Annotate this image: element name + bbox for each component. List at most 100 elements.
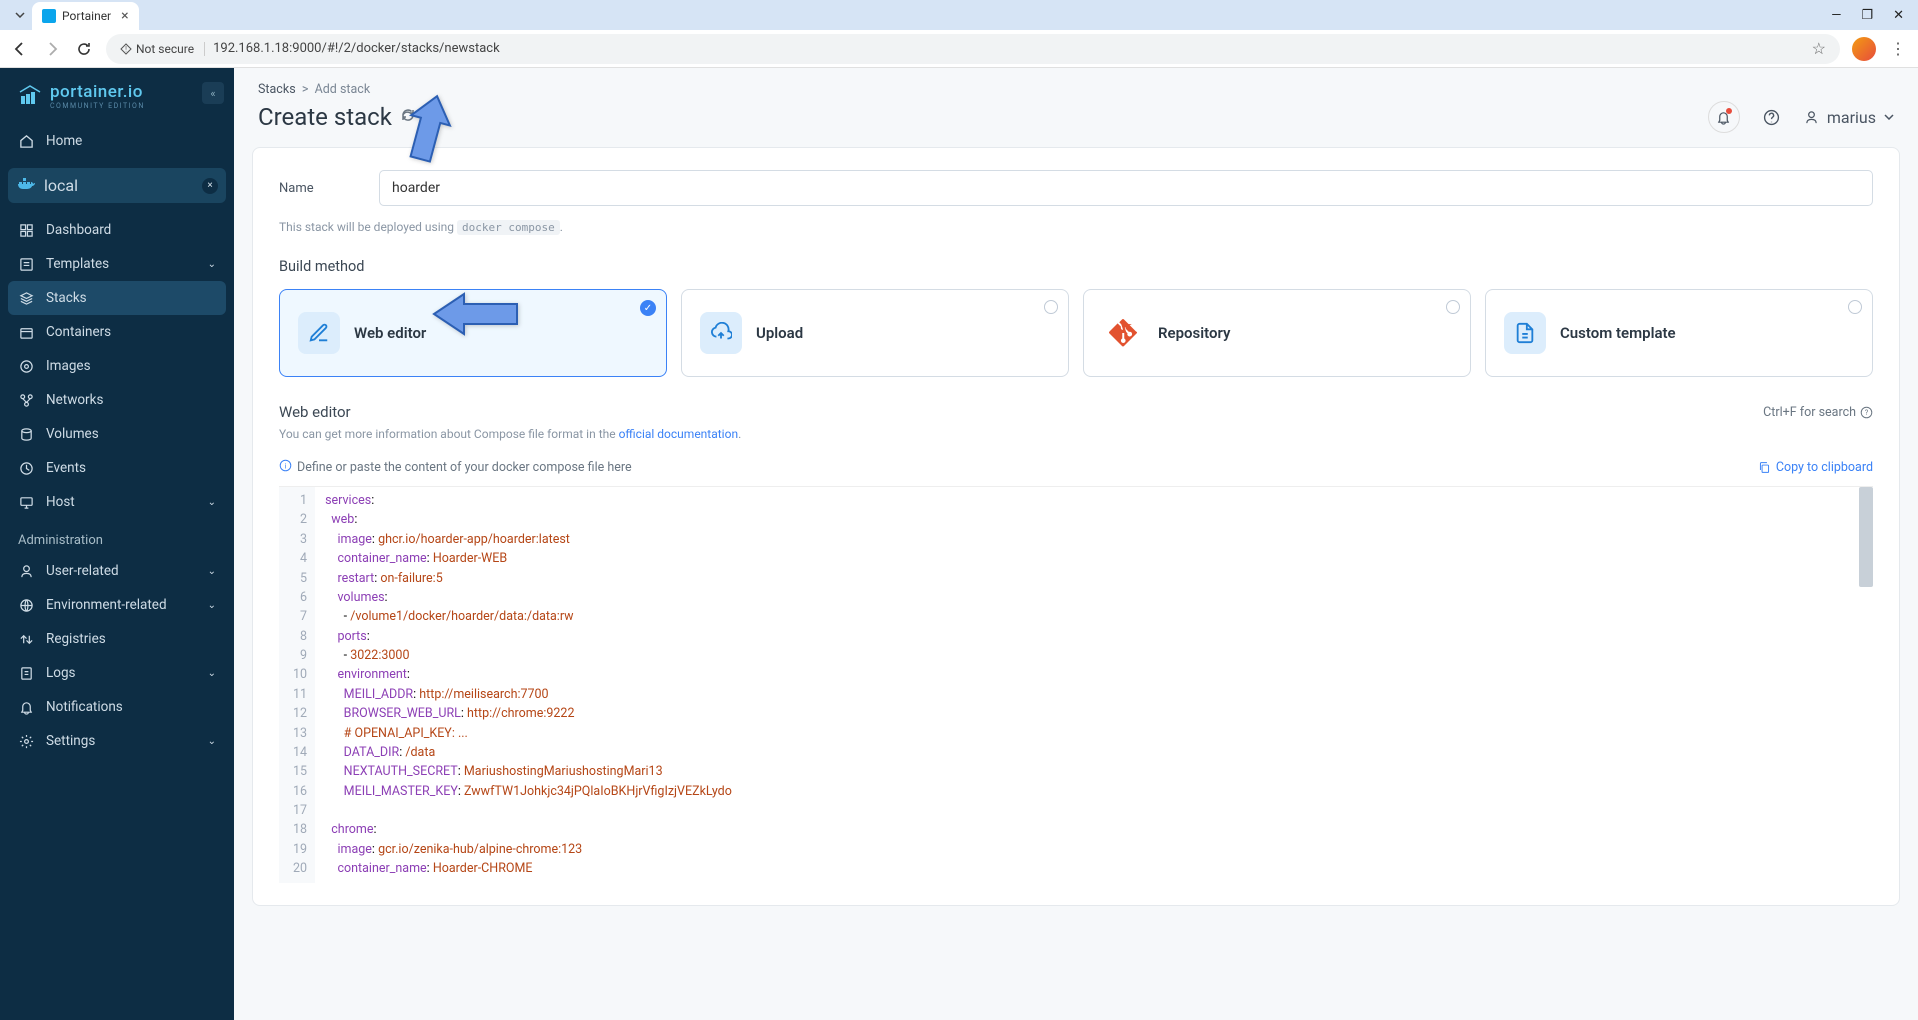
sidebar-item-dashboard[interactable]: Dashboard [0,213,234,247]
window-minimize-icon[interactable]: — [1831,8,1841,23]
sidebar-item-home[interactable]: Home [0,124,234,158]
breadcrumb: Stacks > Add stack [234,68,1918,101]
sidebar-item-label: Notifications [46,699,123,715]
sidebar-item-events[interactable]: Events [0,451,234,485]
sidebar-item-stacks[interactable]: Stacks [8,281,226,315]
tab-list-dropdown[interactable] [8,5,32,25]
sidebar-item-label: Networks [46,392,103,408]
chevron-down-icon: ⌄ [208,566,216,577]
sidebar-item-label: Templates [46,256,109,272]
web-editor-icon [298,312,340,354]
logs-icon [18,666,34,681]
build-method-upload[interactable]: Upload [681,289,1069,377]
sidebar-item-label: User-related [46,563,119,579]
sidebar-item-networks[interactable]: Networks [0,383,234,417]
browser-tab[interactable]: Portainer × [32,2,139,30]
window-close-icon[interactable]: ✕ [1893,8,1904,23]
page-title: Create stack [258,103,392,131]
sidebar-collapse-button[interactable]: « [202,82,224,104]
images-icon [18,359,34,374]
nav-back-icon[interactable] [10,41,30,57]
name-input[interactable] [379,170,1873,206]
events-icon [18,461,34,476]
build-method-label: Upload [756,324,803,342]
help-button[interactable] [1756,101,1788,133]
user-menu[interactable]: marius [1804,108,1894,127]
browser-tab-strip: Portainer × — ❐ ✕ [0,0,1918,30]
env-icon [18,598,34,613]
check-icon: ✓ [640,300,656,316]
browser-profile-avatar[interactable] [1852,37,1876,61]
build-method-repository[interactable]: Repository [1083,289,1471,377]
user-icon [1804,110,1819,125]
copy-to-clipboard-button[interactable]: Copy to clipboard [1758,460,1873,475]
logo[interactable]: portainer.io COMMUNITY EDITION [0,68,234,124]
sidebar-item-label: Events [46,460,86,476]
radio-icon [1446,300,1460,314]
chevron-down-icon: ⌄ [208,600,216,611]
chevron-down-icon: ⌄ [208,259,216,270]
svg-text:i: i [285,461,287,470]
sidebar-item-templates[interactable]: Templates ⌄ [0,247,234,281]
custom-template-icon [1504,312,1546,354]
svg-text:?: ? [1865,407,1869,416]
stacks-icon [18,291,34,306]
editor-description: You can get more information about Compo… [279,427,1873,441]
tab-close-icon[interactable]: × [121,8,128,24]
browser-nav-bar: ! Not secure 192.168.1.18:9000/#!/2/dock… [0,30,1918,68]
containers-icon [18,325,34,340]
volumes-icon [18,427,34,442]
environment-badge[interactable]: local × [8,168,226,203]
sidebar-item-containers[interactable]: Containers [0,315,234,349]
admin-section-label: Administration [0,519,234,554]
window-maximize-icon[interactable]: ❐ [1861,8,1873,23]
scrollbar-thumb[interactable] [1859,487,1873,587]
sidebar-item-label: Settings [46,733,95,749]
sidebar-item-registries[interactable]: Registries [0,622,234,656]
nav-forward-icon[interactable] [42,41,62,57]
sidebar-item-logs[interactable]: Logs⌄ [0,656,234,690]
sidebar-item-images[interactable]: Images [0,349,234,383]
bell-icon [18,700,34,715]
window-controls: — ❐ ✕ [1831,8,1910,23]
bookmark-star-icon[interactable]: ☆ [1812,39,1826,58]
url-bar[interactable]: ! Not secure 192.168.1.18:9000/#!/2/dock… [106,34,1840,64]
sidebar-item-label: Logs [46,665,76,681]
copy-icon [1758,461,1771,474]
build-method-custom-template[interactable]: Custom template [1485,289,1873,377]
sidebar-item-user-related[interactable]: User-related ⌄ [0,554,234,588]
radio-icon [1044,300,1058,314]
sidebar-item-host[interactable]: Host⌄ [0,485,234,519]
environment-close-icon[interactable]: × [202,178,218,194]
sidebar-item-notifications[interactable]: Notifications [0,690,234,724]
page-header: Create stack marius [234,101,1918,147]
templates-icon [18,257,34,272]
code-editor[interactable]: 1234567891011121314151617181920 services… [279,486,1873,883]
help-icon[interactable]: ? [1860,406,1873,419]
main-content: Stacks > Add stack Create stack mari [234,68,1918,1020]
notifications-button[interactable] [1708,101,1740,133]
security-indicator[interactable]: ! Not secure [120,42,205,56]
sidebar-item-volumes[interactable]: Volumes [0,417,234,451]
chevron-down-icon: ⌄ [208,736,216,747]
sidebar-item-label: Volumes [46,426,99,442]
stack-form-panel: Name This stack will be deployed using d… [252,147,1900,906]
nav-reload-icon[interactable] [74,41,94,57]
build-method-label: Build method [279,258,1873,275]
arrow-annotation-webeditor [429,287,524,346]
host-icon [18,495,34,510]
sidebar-item-label: Environment-related [46,597,167,613]
breadcrumb-parent[interactable]: Stacks [258,82,296,97]
user-icon [18,564,34,579]
docs-link[interactable]: official documentation [619,427,739,441]
svg-text:!: ! [125,45,127,53]
sidebar-item-environment-related[interactable]: Environment-related ⌄ [0,588,234,622]
info-icon: i [279,459,292,476]
alert-dot-icon [1726,108,1732,114]
editor-title: Web editor [279,403,351,421]
browser-menu-icon[interactable]: ⋮ [1888,39,1908,58]
code-content[interactable]: services: web: image: ghcr.io/hoarder-ap… [315,487,1873,883]
sidebar-item-settings[interactable]: Settings ⌄ [0,724,234,758]
dashboard-icon [18,223,34,238]
sidebar-item-label: Host [46,494,75,510]
